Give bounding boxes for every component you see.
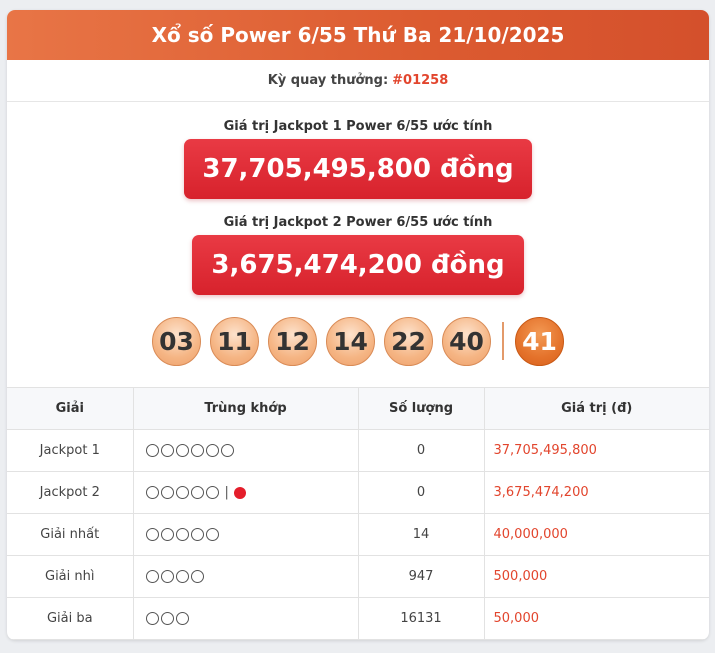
number-ball: 22 xyxy=(384,316,433,366)
jackpot2-label: Giá trị Jackpot 2 Power 6/55 ước tính xyxy=(223,215,493,230)
power-divider: | xyxy=(224,485,229,500)
match-pattern: | xyxy=(132,471,359,514)
number-ball: 03 xyxy=(152,316,201,366)
match-circles xyxy=(145,486,219,499)
prize-name: Giải nhì xyxy=(7,555,134,598)
number-ball: 12 xyxy=(268,316,317,366)
draw-number-line: Kỳ quay thưởng: #01258 xyxy=(7,60,709,102)
circle-icon xyxy=(205,486,219,499)
circle-icon xyxy=(175,444,189,457)
winner-count: 0 xyxy=(357,471,485,514)
circle-icon xyxy=(175,486,189,499)
prize-name: Jackpot 1 xyxy=(7,429,134,472)
circle-icon xyxy=(145,570,159,583)
circle-icon xyxy=(145,612,159,625)
table-header-row: Giải Trùng khớp Số lượng Giá trị (đ) xyxy=(7,387,709,430)
table-row: Giải nhất 14 40,000,000 xyxy=(7,513,709,556)
circle-icon xyxy=(175,570,189,583)
circle-icon xyxy=(190,444,204,457)
draw-code: #01258 xyxy=(392,73,449,88)
circle-icon xyxy=(175,612,189,625)
column-header-count: Số lượng xyxy=(357,387,485,430)
power-ball: 41 xyxy=(515,316,564,366)
column-header-match: Trùng khớp xyxy=(132,387,359,430)
circle-icon xyxy=(190,486,204,499)
circle-icon xyxy=(160,444,174,457)
power-separator xyxy=(502,322,504,360)
prize-value: 40,000,000 xyxy=(483,513,709,556)
table-row: Jackpot 1 0 37,705,495,800 xyxy=(7,429,709,472)
number-ball: 14 xyxy=(326,316,375,366)
jackpot1-label: Giá trị Jackpot 1 Power 6/55 ước tính xyxy=(223,119,493,134)
circle-icon xyxy=(160,570,174,583)
prize-value: 500,000 xyxy=(483,555,709,598)
jackpot1-amount: 37,705,495,800 đồng xyxy=(184,139,532,199)
prize-value: 3,675,474,200 xyxy=(483,471,709,514)
winner-count: 947 xyxy=(357,555,485,598)
circle-icon xyxy=(145,444,159,457)
circle-icon xyxy=(145,528,159,541)
results-card: Xổ số Power 6/55 Thứ Ba 21/10/2025 Kỳ qu… xyxy=(7,10,709,640)
power-dot-icon xyxy=(233,486,246,499)
winner-count: 0 xyxy=(357,429,485,472)
match-circles xyxy=(145,570,204,583)
circle-icon xyxy=(190,570,204,583)
match-pattern xyxy=(132,513,359,556)
winner-count: 16131 xyxy=(357,597,485,640)
winner-count: 14 xyxy=(357,513,485,556)
page-title: Xổ số Power 6/55 Thứ Ba 21/10/2025 xyxy=(7,10,709,60)
prize-value: 37,705,495,800 xyxy=(483,429,709,472)
match-pattern xyxy=(132,429,359,472)
table-row: Jackpot 2 | 0 3,675,474,200 xyxy=(7,471,709,514)
table-row: Giải ba 16131 50,000 xyxy=(7,597,709,640)
prize-name: Giải ba xyxy=(7,597,134,640)
number-ball: 11 xyxy=(210,316,259,366)
prize-name: Jackpot 2 xyxy=(7,471,134,514)
match-pattern xyxy=(132,555,359,598)
table-row: Giải nhì 947 500,000 xyxy=(7,555,709,598)
prize-value: 50,000 xyxy=(483,597,709,640)
circle-icon xyxy=(175,528,189,541)
circle-icon xyxy=(160,486,174,499)
circle-icon xyxy=(160,612,174,625)
winning-numbers: 03 11 12 14 22 40 41 xyxy=(7,315,709,367)
circle-icon xyxy=(145,486,159,499)
circle-icon xyxy=(220,444,234,457)
prize-name: Giải nhất xyxy=(7,513,134,556)
match-circles xyxy=(145,612,189,625)
jackpot2-amount: 3,675,474,200 đồng xyxy=(192,235,524,295)
draw-label: Kỳ quay thưởng: xyxy=(267,73,389,88)
column-header-prize: Giải xyxy=(7,387,134,430)
match-pattern xyxy=(132,597,359,640)
column-header-value: Giá trị (đ) xyxy=(483,387,709,430)
match-circles xyxy=(145,444,234,457)
circle-icon xyxy=(160,528,174,541)
number-ball: 40 xyxy=(442,316,491,366)
circle-icon xyxy=(205,528,219,541)
circle-icon xyxy=(205,444,219,457)
match-circles xyxy=(145,528,219,541)
circle-icon xyxy=(190,528,204,541)
prize-table: Giải Trùng khớp Số lượng Giá trị (đ) Jac… xyxy=(7,387,709,640)
